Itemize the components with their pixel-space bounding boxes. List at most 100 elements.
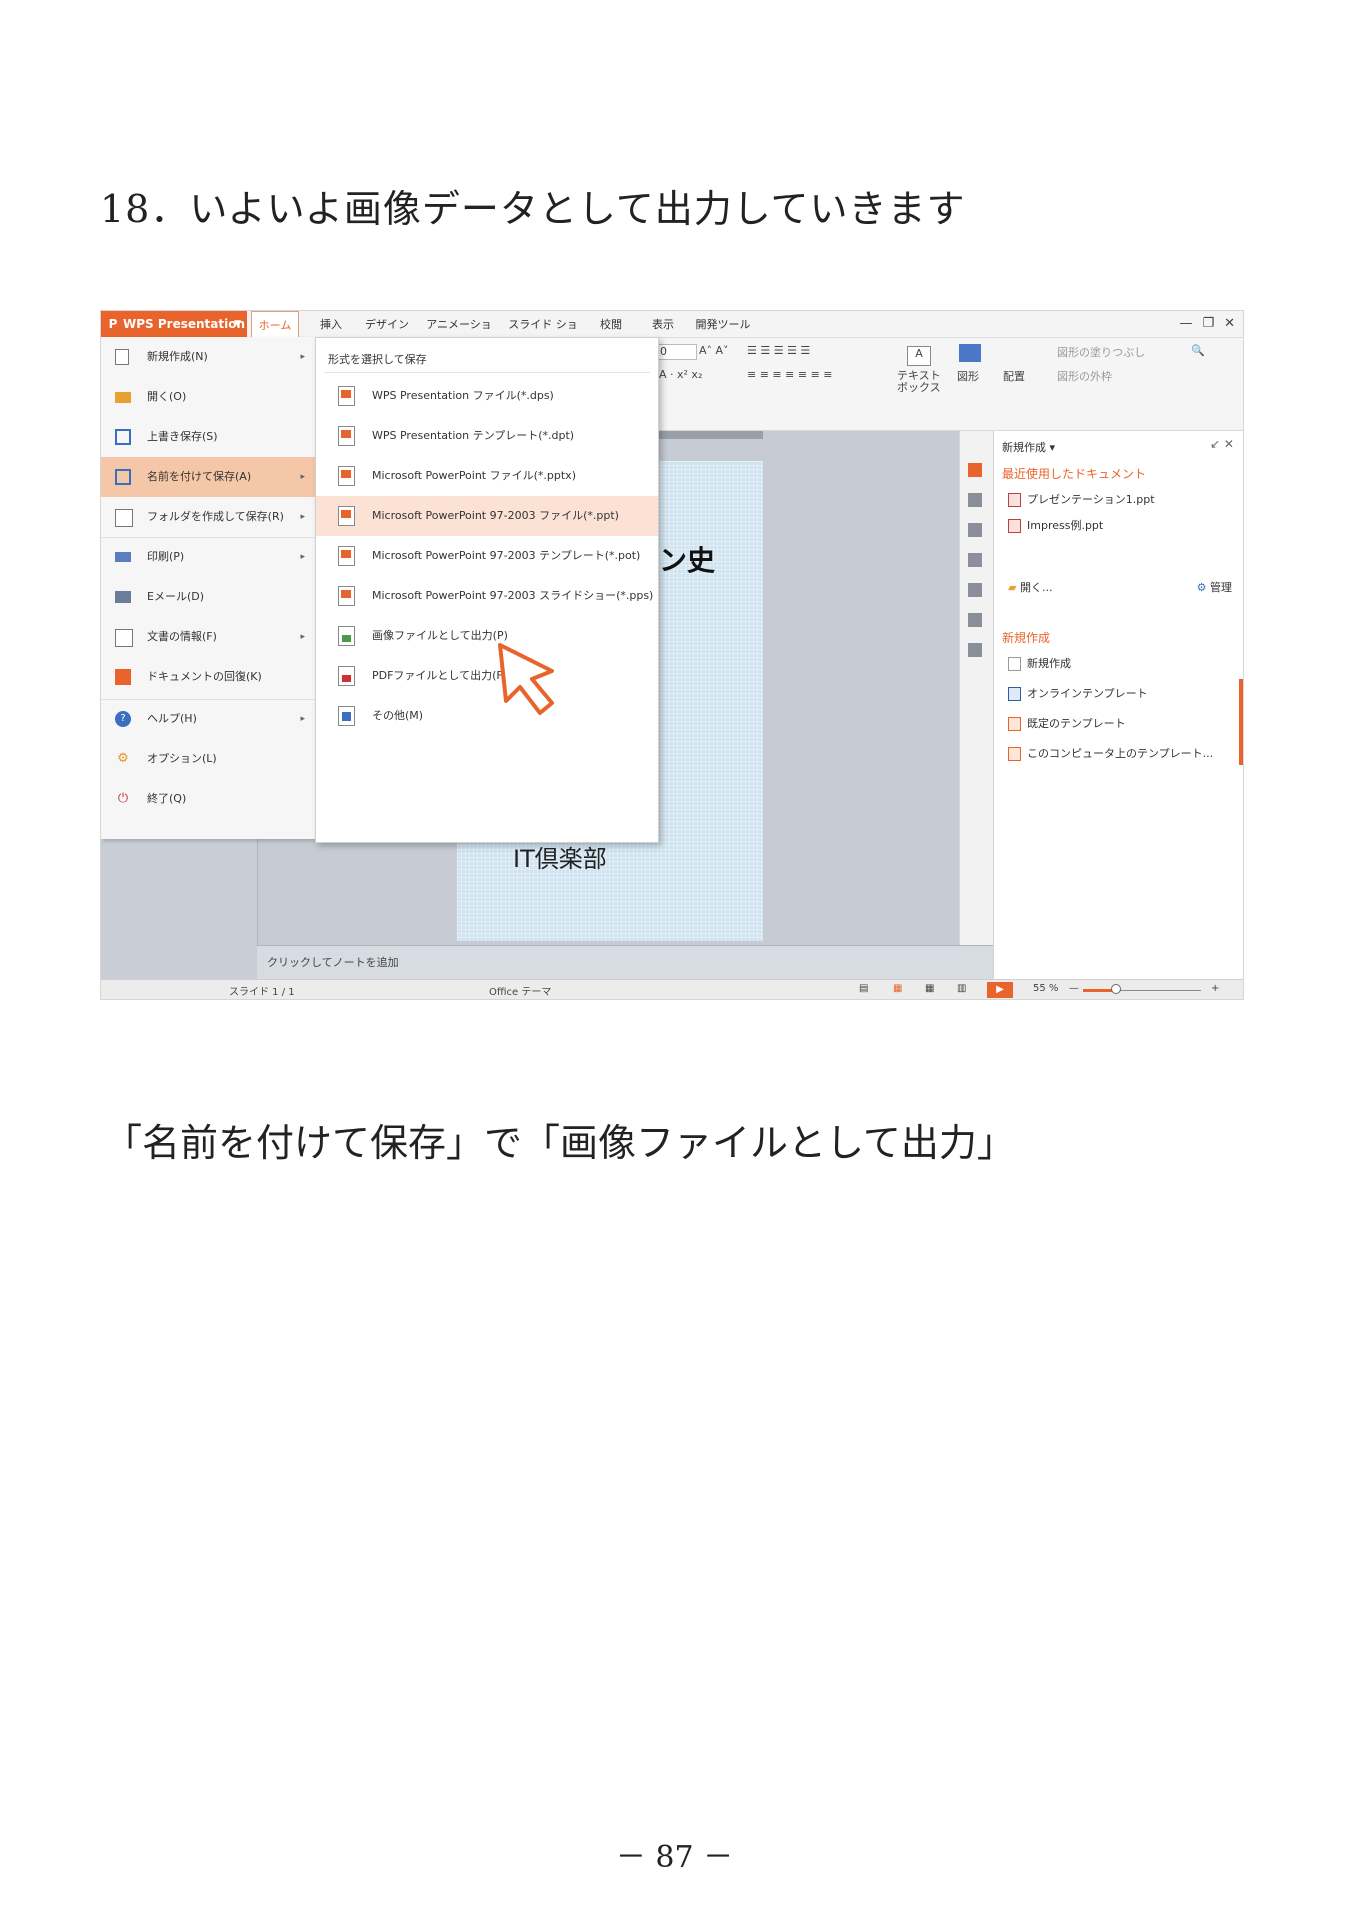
ruler xyxy=(659,431,763,439)
close-icon[interactable]: ↙ ✕ xyxy=(1210,437,1234,451)
new-item[interactable]: 新規作成 xyxy=(1008,655,1071,671)
task-pane-header[interactable]: 新規作成 ▾ xyxy=(1002,439,1055,455)
animation-icon[interactable] xyxy=(968,553,982,567)
recent-file[interactable]: プレゼンテーション1.ppt xyxy=(1008,491,1155,507)
font-format-icons[interactable]: A · x² x₂ xyxy=(659,368,702,381)
layout-icon[interactable] xyxy=(968,523,982,537)
folder-icon xyxy=(115,392,131,403)
ppt-file-icon xyxy=(1008,519,1021,533)
open-link[interactable]: ▰ 開く... xyxy=(1008,579,1052,595)
tab-view[interactable]: 表示 xyxy=(643,311,683,337)
new-doc-icon xyxy=(115,349,129,365)
online-template-icon xyxy=(1008,687,1021,701)
export-pdf-option[interactable]: PDFファイルとして出力(F) xyxy=(316,656,658,696)
menu-exit[interactable]: ⏻ 終了(Q) xyxy=(101,779,315,819)
shape-icon[interactable] xyxy=(959,344,981,362)
gallery-icon[interactable] xyxy=(968,643,982,657)
tab-home[interactable]: ホーム xyxy=(251,311,299,337)
menu-new[interactable]: 新規作成(N) ▸ xyxy=(101,337,315,377)
chevron-right-icon: ▸ xyxy=(300,352,305,362)
slide-thumbnail-panel[interactable] xyxy=(101,839,258,979)
view-outline-icon[interactable]: ▦ xyxy=(893,983,902,994)
caption: 「名前を付けて保存」で「画像ファイルとして出力」 xyxy=(104,1121,1015,1165)
view-reading-icon[interactable]: ▥ xyxy=(957,983,966,994)
recent-file[interactable]: Impress例.ppt xyxy=(1008,517,1103,533)
default-template-item[interactable]: 既定のテンプレート xyxy=(1008,715,1126,731)
online-template-item[interactable]: オンラインテンプレート xyxy=(1008,685,1148,701)
export-image-option[interactable]: 画像ファイルとして出力(P) xyxy=(316,616,658,656)
arrange-label[interactable]: 配置 xyxy=(1003,368,1025,384)
gear-icon: ⚙ xyxy=(1196,581,1210,594)
save-as-submenu: 形式を選択して保存 WPS Presentation ファイル(*.dps) W… xyxy=(315,337,659,843)
local-template-item[interactable]: このコンピュータ上のテンプレート... xyxy=(1008,745,1213,761)
slide-subtitle[interactable]: IT倶楽部 xyxy=(513,839,607,874)
list-icons[interactable]: ☰ ☰ ☰ ☰ ☰ xyxy=(747,344,810,357)
slide-title[interactable]: ン史 xyxy=(659,539,715,579)
pane-collapse-handle[interactable] xyxy=(1239,679,1243,765)
tab-developer[interactable]: 開発ツール xyxy=(693,311,753,337)
fill-label[interactable]: 図形の塗りつぶし xyxy=(1057,344,1145,360)
zoom-in-icon[interactable]: + xyxy=(1211,983,1219,994)
font-grow-icon[interactable]: A˄ A˅ xyxy=(699,344,729,357)
save-dps-option[interactable]: WPS Presentation ファイル(*.dps) xyxy=(316,376,658,416)
close-icon[interactable]: ✕ xyxy=(1224,313,1235,335)
chevron-down-icon: ▼ xyxy=(234,319,241,329)
search-icon[interactable]: 🔍 xyxy=(1191,344,1205,357)
doc-info-icon xyxy=(115,629,133,647)
transition-icon[interactable] xyxy=(968,583,982,597)
save-pot-option[interactable]: Microsoft PowerPoint 97-2003 テンプレート(*.po… xyxy=(316,536,658,576)
tab-review[interactable]: 校閲 xyxy=(591,311,631,337)
shape-label[interactable]: 図形 xyxy=(957,368,979,384)
textbox-icon[interactable]: A xyxy=(907,346,931,366)
chevron-right-icon: ▸ xyxy=(300,472,305,482)
menu-options[interactable]: ⚙ オプション(L) xyxy=(101,739,315,779)
pointer-arrow-icon xyxy=(498,643,554,715)
view-normal-icon[interactable]: ▤ xyxy=(859,983,868,994)
menu-help[interactable]: ? ヘルプ(H) ▸ xyxy=(101,699,315,739)
view-sorter-icon[interactable]: ▦ xyxy=(925,983,934,994)
backup-icon[interactable] xyxy=(968,613,982,627)
other-file-icon xyxy=(338,706,355,726)
save-icon xyxy=(115,429,131,445)
tab-insert[interactable]: 挿入 xyxy=(311,311,351,337)
menu-recover[interactable]: ドキュメントの回復(K) xyxy=(101,657,315,697)
save-dpt-option[interactable]: WPS Presentation テンプレート(*.dpt) xyxy=(316,416,658,456)
manage-link[interactable]: ⚙ 管理 xyxy=(1197,579,1232,595)
tab-animation[interactable]: アニメーション xyxy=(423,311,495,359)
save-pps-option[interactable]: Microsoft PowerPoint 97-2003 スライドショー(*.p… xyxy=(316,576,658,616)
page-heading: 18．いよいよ画像データとして出力していきます xyxy=(100,187,966,231)
textbox-label[interactable]: テキスト ボックス xyxy=(897,370,941,394)
menu-doc-info[interactable]: 文書の情報(F) ▸ xyxy=(101,617,315,657)
page-number: － 87 － xyxy=(615,1840,734,1875)
notes-area[interactable]: クリックしてノートを追加 xyxy=(257,945,993,980)
font-size-field[interactable]: 0 xyxy=(655,344,697,360)
zoom-out-icon[interactable]: — xyxy=(1069,983,1079,994)
menu-print[interactable]: 印刷(P) ▸ xyxy=(101,537,315,577)
ppt-file-icon xyxy=(1008,493,1021,507)
menu-folder-save[interactable]: フォルダを作成して保存(R) ▸ xyxy=(101,497,315,537)
menu-save[interactable]: 上書き保存(S) xyxy=(101,417,315,457)
app-menu-button[interactable]: P WPS Presentation ▼ xyxy=(101,311,247,337)
menu-email[interactable]: Eメール(D) xyxy=(101,577,315,617)
play-slideshow-button[interactable]: ▶ xyxy=(987,982,1013,998)
menu-open[interactable]: 開く(O) xyxy=(101,377,315,417)
printer-icon xyxy=(115,552,131,562)
save-pptx-option[interactable]: Microsoft PowerPoint ファイル(*.pptx) xyxy=(316,456,658,496)
tab-design[interactable]: デザイン xyxy=(363,311,411,337)
new-doc-icon[interactable] xyxy=(968,463,982,477)
save-other-option[interactable]: その他(M) xyxy=(316,696,658,736)
image-file-icon xyxy=(338,626,355,646)
tab-slideshow[interactable]: スライド ショー xyxy=(505,311,581,359)
pps-file-icon xyxy=(338,586,355,606)
menu-save-as[interactable]: 名前を付けて保存(A) ▸ xyxy=(101,457,315,497)
style-icon[interactable] xyxy=(968,493,982,507)
minimize-icon[interactable]: — xyxy=(1179,313,1192,335)
theme-name: Office テーマ xyxy=(489,987,552,998)
restore-icon[interactable]: ❐ xyxy=(1202,313,1214,335)
new-doc-icon xyxy=(1008,657,1021,671)
ppt-file-icon xyxy=(338,506,355,526)
zoom-slider-handle[interactable] xyxy=(1111,984,1121,994)
align-icons[interactable]: ≡ ≡ ≡ ≡ ≡ ≡ ≡ xyxy=(747,368,833,381)
save-ppt-option[interactable]: Microsoft PowerPoint 97-2003 ファイル(*.ppt) xyxy=(316,496,658,536)
outline-label[interactable]: 図形の外枠 xyxy=(1057,368,1112,384)
